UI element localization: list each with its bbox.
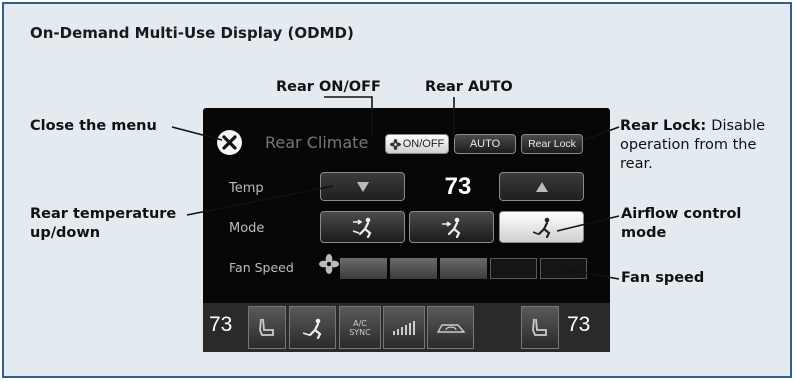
leader-rear-on-off bbox=[324, 96, 373, 138]
leader-lines bbox=[171, 96, 620, 280]
leader-fan-speed bbox=[561, 268, 620, 280]
leader-close-menu bbox=[171, 126, 223, 141]
leader-rear-lock bbox=[583, 126, 620, 141]
leader-airflow-mode bbox=[556, 215, 620, 232]
leader-rear-temperature bbox=[186, 185, 334, 216]
